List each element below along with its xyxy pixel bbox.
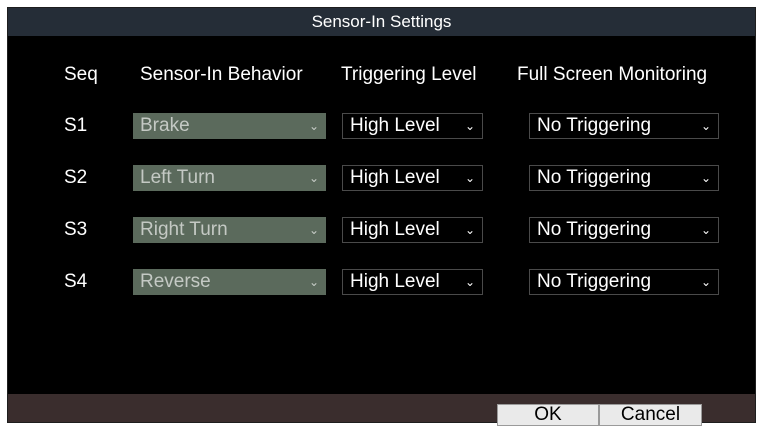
full-screen-monitoring-dropdown[interactable]: No Triggering ⌄	[529, 165, 719, 191]
sensor-behavior-dropdown: Brake ⌄	[133, 113, 326, 139]
header-triggering-level: Triggering Level	[341, 64, 477, 85]
dropdown-value: No Triggering	[537, 271, 652, 292]
chevron-down-icon: ⌄	[700, 171, 711, 185]
sensor-behavior-dropdown: Left Turn ⌄	[133, 165, 326, 191]
triggering-level-dropdown[interactable]: High Level ⌄	[342, 113, 483, 139]
chevron-down-icon: ⌄	[308, 119, 319, 133]
header-full-screen-monitoring: Full Screen Monitoring	[517, 64, 708, 85]
dropdown-value: High Level	[350, 115, 440, 136]
seq-label: S3	[64, 219, 88, 240]
chevron-down-icon: ⌄	[308, 223, 319, 237]
chevron-down-icon: ⌄	[308, 171, 319, 185]
sensor-in-settings-dialog: Sensor-In Settings Seq Sensor-In Behavio…	[8, 8, 755, 426]
dropdown-value: No Triggering	[537, 115, 652, 136]
dropdown-value: Right Turn	[140, 219, 228, 240]
dialog-title: Sensor-In Settings	[8, 8, 755, 36]
seq-label: S4	[64, 271, 88, 292]
dropdown-value: No Triggering	[537, 219, 652, 240]
dropdown-value: Reverse	[140, 271, 211, 292]
seq-label: S1	[64, 115, 88, 136]
full-screen-monitoring-dropdown[interactable]: No Triggering ⌄	[529, 113, 719, 139]
dropdown-value: No Triggering	[537, 167, 652, 188]
chevron-down-icon: ⌄	[700, 275, 711, 289]
header-sensor-in-behavior: Sensor-In Behavior	[140, 64, 303, 85]
chevron-down-icon: ⌄	[700, 223, 711, 237]
triggering-level-dropdown[interactable]: High Level ⌄	[342, 217, 483, 243]
full-screen-monitoring-dropdown[interactable]: No Triggering ⌄	[529, 217, 719, 243]
triggering-level-dropdown[interactable]: High Level ⌄	[342, 269, 483, 295]
seq-label: S2	[64, 167, 88, 188]
dropdown-value: High Level	[350, 271, 440, 292]
ok-button[interactable]: OK	[497, 404, 599, 426]
dropdown-value: Brake	[140, 115, 190, 136]
sensor-behavior-dropdown: Right Turn ⌄	[133, 217, 326, 243]
sensor-behavior-dropdown: Reverse ⌄	[133, 269, 326, 295]
chevron-down-icon: ⌄	[464, 171, 475, 185]
chevron-down-icon: ⌄	[308, 275, 319, 289]
chevron-down-icon: ⌄	[700, 119, 711, 133]
dropdown-value: High Level	[350, 167, 440, 188]
chevron-down-icon: ⌄	[464, 223, 475, 237]
header-seq: Seq	[64, 64, 98, 85]
cancel-button[interactable]: Cancel	[599, 404, 702, 426]
chevron-down-icon: ⌄	[464, 275, 475, 289]
dropdown-value: High Level	[350, 219, 440, 240]
triggering-level-dropdown[interactable]: High Level ⌄	[342, 165, 483, 191]
full-screen-monitoring-dropdown[interactable]: No Triggering ⌄	[529, 269, 719, 295]
chevron-down-icon: ⌄	[464, 119, 475, 133]
dropdown-value: Left Turn	[140, 167, 215, 188]
